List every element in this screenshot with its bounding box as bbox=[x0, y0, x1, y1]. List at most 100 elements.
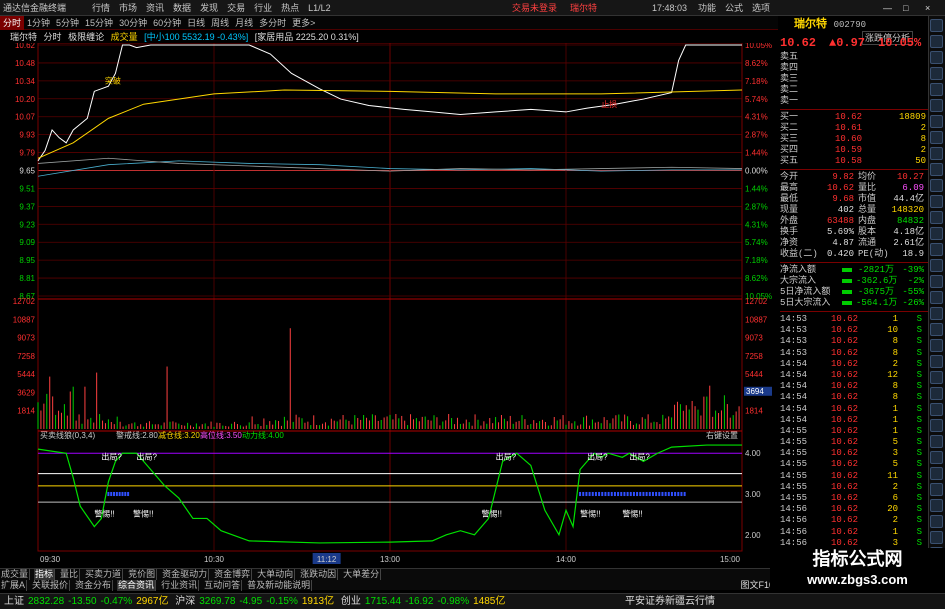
bottom-tab2-5[interactable]: 互动问答 bbox=[203, 580, 243, 591]
side-tool-icon[interactable] bbox=[930, 483, 943, 496]
flow-pct: -39% bbox=[902, 265, 924, 275]
bottom-tab-1[interactable]: 指标 bbox=[34, 569, 56, 580]
bottom-tab-0[interactable]: 成交量 bbox=[0, 569, 31, 580]
bid-row-3[interactable]: 买四 10.59 2 bbox=[780, 145, 928, 156]
side-tool-icon[interactable] bbox=[930, 259, 943, 272]
ask-row-0[interactable]: 卖五 bbox=[780, 52, 928, 63]
bottom-tab-7[interactable]: 大单动向 bbox=[256, 569, 296, 580]
side-tool-icon[interactable] bbox=[930, 387, 943, 400]
bottom-tab-9[interactable]: 大单差分 bbox=[342, 569, 382, 580]
period-tab-9[interactable]: 多分时 bbox=[256, 16, 289, 30]
side-tool-icon[interactable] bbox=[930, 355, 943, 368]
top-menu-2[interactable]: 选项 bbox=[752, 0, 770, 16]
side-tool-icon[interactable] bbox=[930, 19, 943, 32]
period-tab-1[interactable]: 1分钟 bbox=[24, 16, 53, 30]
side-tool-icon[interactable] bbox=[930, 435, 943, 448]
sz-index-name[interactable]: 沪深 bbox=[175, 594, 195, 609]
bottom-tab2-4[interactable]: 行业资讯 bbox=[160, 580, 200, 591]
period-tab-3[interactable]: 15分钟 bbox=[82, 16, 116, 30]
chart-tab-chan[interactable]: 极限缠论 bbox=[68, 32, 104, 42]
f10-link[interactable]: 图文F10 bbox=[740, 580, 774, 591]
ask-row-4[interactable]: 卖一 bbox=[780, 96, 928, 107]
bottom-tab2-6[interactable]: 普及新动能说明 bbox=[246, 580, 313, 591]
minimize-button[interactable]: — bbox=[883, 0, 892, 16]
side-tool-icon[interactable] bbox=[930, 131, 943, 144]
side-tool-icon[interactable] bbox=[930, 35, 943, 48]
side-tool-icon[interactable] bbox=[930, 227, 943, 240]
side-tool-icon[interactable] bbox=[930, 467, 943, 480]
side-tool-icon[interactable] bbox=[930, 339, 943, 352]
period-tab-7[interactable]: 周线 bbox=[208, 16, 232, 30]
sh-index-name[interactable]: 上证 bbox=[4, 594, 24, 609]
close-button[interactable]: × bbox=[925, 0, 930, 16]
side-tool-icon[interactable] bbox=[930, 243, 943, 256]
side-tool-icon[interactable] bbox=[930, 419, 943, 432]
side-tool-icon[interactable] bbox=[930, 307, 943, 320]
bottom-tab-4[interactable]: 竞价图 bbox=[127, 569, 158, 580]
bottom-tab-5[interactable]: 资金驱动力 bbox=[161, 569, 210, 580]
side-tool-icon[interactable] bbox=[930, 147, 943, 160]
side-tool-icon[interactable] bbox=[930, 67, 943, 80]
side-tool-icon[interactable] bbox=[930, 99, 943, 112]
chart-tab-intraday[interactable]: 分时 bbox=[44, 32, 62, 42]
bid-row-4[interactable]: 买五 10.58 50 bbox=[780, 156, 928, 167]
side-tool-icon[interactable] bbox=[930, 179, 943, 192]
bottom-tab-2[interactable]: 量比 bbox=[59, 569, 81, 580]
maximize-button[interactable]: □ bbox=[903, 0, 908, 16]
menu-item-1[interactable]: 市场 bbox=[119, 0, 137, 16]
period-tab-2[interactable]: 5分钟 bbox=[53, 16, 82, 30]
bid-row-0[interactable]: 买一 10.62 18809 bbox=[780, 112, 928, 123]
tick-direction: S bbox=[916, 369, 922, 380]
bottom-tab-6[interactable]: 资金博弈 bbox=[213, 569, 253, 580]
bottom-tab2-0[interactable]: 扩展A bbox=[0, 580, 28, 591]
top-menu-1[interactable]: 公式 bbox=[725, 0, 743, 16]
menu-item-3[interactable]: 数据 bbox=[173, 0, 191, 16]
side-tool-icon[interactable] bbox=[930, 51, 943, 64]
bottom-tab2-3[interactable]: 综合资讯 bbox=[117, 580, 157, 591]
side-tool-icon[interactable] bbox=[930, 83, 943, 96]
side-tool-icon[interactable] bbox=[930, 515, 943, 528]
period-tab-6[interactable]: 日线 bbox=[184, 16, 208, 30]
trade-login-status[interactable]: 交易未登录 bbox=[512, 0, 557, 16]
intraday-chart[interactable]: 10.62 10.05% 10.48 8.62% 10.34 7.18% 10.20 5.74… bbox=[0, 43, 778, 568]
menu-item-0[interactable]: 行情 bbox=[92, 0, 110, 16]
menu-item-2[interactable]: 资讯 bbox=[146, 0, 164, 16]
side-tool-icon[interactable] bbox=[930, 499, 943, 512]
side-tool-icon[interactable] bbox=[930, 275, 943, 288]
side-tool-icon[interactable] bbox=[930, 211, 943, 224]
period-tab-5[interactable]: 60分钟 bbox=[150, 16, 184, 30]
bid-row-2[interactable]: 买三 10.60 8 bbox=[780, 134, 928, 145]
ask-row-2[interactable]: 卖三 bbox=[780, 74, 928, 85]
bottom-tab2-2[interactable]: 资金分布 bbox=[74, 580, 114, 591]
side-tool-icon[interactable] bbox=[930, 451, 943, 464]
stat-row-6: 净资 4.87 流通 2.61亿 bbox=[780, 238, 928, 249]
top-menu-0[interactable]: 功能 bbox=[698, 0, 716, 16]
cy-index-name[interactable]: 创业 bbox=[341, 594, 361, 609]
period-tab-4[interactable]: 30分钟 bbox=[116, 16, 150, 30]
bottom-tab-3[interactable]: 买卖力道 bbox=[84, 569, 124, 580]
menu-item-6[interactable]: 行业 bbox=[254, 0, 272, 16]
side-tool-icon[interactable] bbox=[930, 163, 943, 176]
period-tab-8[interactable]: 月线 bbox=[232, 16, 256, 30]
menu-item-8[interactable]: L1/L2 bbox=[308, 0, 331, 16]
ask-row-1[interactable]: 卖四 bbox=[780, 63, 928, 74]
side-tool-icon[interactable] bbox=[930, 531, 943, 544]
ask-row-3[interactable]: 卖二 bbox=[780, 85, 928, 96]
side-tool-icon[interactable] bbox=[930, 371, 943, 384]
side-tool-icon[interactable] bbox=[930, 115, 943, 128]
ask-row-0-label: 卖五 bbox=[780, 52, 799, 62]
bottom-tab-8[interactable]: 涨跌动因 bbox=[299, 569, 339, 580]
side-tool-icon[interactable] bbox=[930, 323, 943, 336]
chart-stock-tab[interactable]: 瑞尔特 bbox=[10, 32, 37, 42]
tick-volume: 1 bbox=[892, 403, 898, 414]
bid-row-1[interactable]: 买二 10.61 2 bbox=[780, 123, 928, 134]
bottom-tab2-1[interactable]: 关联报价 bbox=[31, 580, 71, 591]
menu-item-4[interactable]: 发现 bbox=[200, 0, 218, 16]
side-tool-icon[interactable] bbox=[930, 291, 943, 304]
side-tool-icon[interactable] bbox=[930, 195, 943, 208]
period-tab-0[interactable]: 分时 bbox=[0, 16, 25, 30]
menu-item-7[interactable]: 热点 bbox=[281, 0, 299, 16]
period-tab-10[interactable]: 更多> bbox=[289, 16, 318, 30]
menu-item-5[interactable]: 交易 bbox=[227, 0, 245, 16]
side-tool-icon[interactable] bbox=[930, 403, 943, 416]
